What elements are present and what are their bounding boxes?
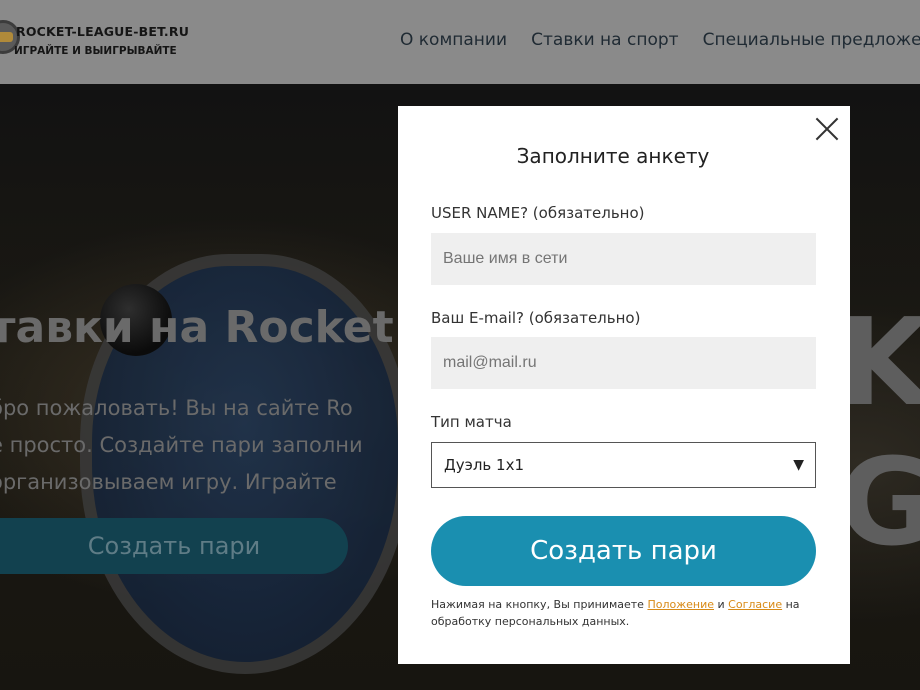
background-letters: K G	[838, 294, 920, 573]
hero-text: бро пожаловать! Вы на сайте Ro е просто.…	[0, 390, 410, 501]
modal-title: Заполните анкету	[516, 144, 710, 168]
consent-prefix: Нажимая на кнопку, Вы принимаете	[431, 598, 644, 611]
match-type-label: Тип матча	[431, 413, 512, 431]
nav-item-special-offers[interactable]: Специальные предложения	[703, 30, 920, 50]
username-label: USER NAME? (обязательно)	[431, 204, 645, 222]
hero-text-line: е просто. Создайте пари заполни	[0, 433, 363, 457]
logo-title: ROCKET-LEAGUE-BET.RU	[16, 24, 190, 39]
terms-link[interactable]: Положение	[647, 598, 714, 611]
dropdown-arrow-icon: ▼	[793, 457, 804, 473]
agreement-link[interactable]: Согласие	[728, 598, 782, 611]
nav-item-sports-betting[interactable]: Ставки на спорт	[531, 30, 678, 50]
bet-form-modal: Заполните анкету USER NAME? (обязательно…	[398, 106, 850, 664]
consent-text: Нажимая на кнопку, Вы принимаете Положен…	[431, 596, 823, 630]
match-type-select[interactable]: Дуэль 1x1 ▼	[431, 442, 816, 488]
create-bet-submit-button[interactable]: Создать пари	[431, 516, 816, 586]
consent-middle: и	[717, 598, 725, 611]
hero-text-line: организовываем игру. Играйте	[0, 470, 337, 494]
close-icon[interactable]	[814, 116, 840, 142]
site-logo[interactable]: ROCKET-LEAGUE-BET.RU ИГРАЙТЕ И ВЫИГРЫВАЙ…	[0, 14, 200, 62]
username-input[interactable]	[431, 233, 816, 285]
site-header: ROCKET-LEAGUE-BET.RU ИГРАЙТЕ И ВЫИГРЫВАЙ…	[0, 0, 920, 84]
hero-title: тавки на Rocket	[0, 302, 394, 353]
email-input[interactable]	[431, 337, 816, 389]
hero-text-line: бро пожаловать! Вы на сайте Ro	[0, 396, 353, 420]
hero-create-bet-button[interactable]: Создать пари	[0, 518, 348, 574]
match-type-selected-value: Дуэль 1x1	[444, 456, 524, 474]
main-nav: О компании Ставки на спорт Специальные п…	[400, 30, 920, 50]
logo-subtitle: ИГРАЙТЕ И ВЫИГРЫВАЙТЕ	[14, 45, 177, 57]
nav-item-about[interactable]: О компании	[400, 30, 507, 50]
email-label: Ваш E-mail? (обязательно)	[431, 309, 641, 327]
